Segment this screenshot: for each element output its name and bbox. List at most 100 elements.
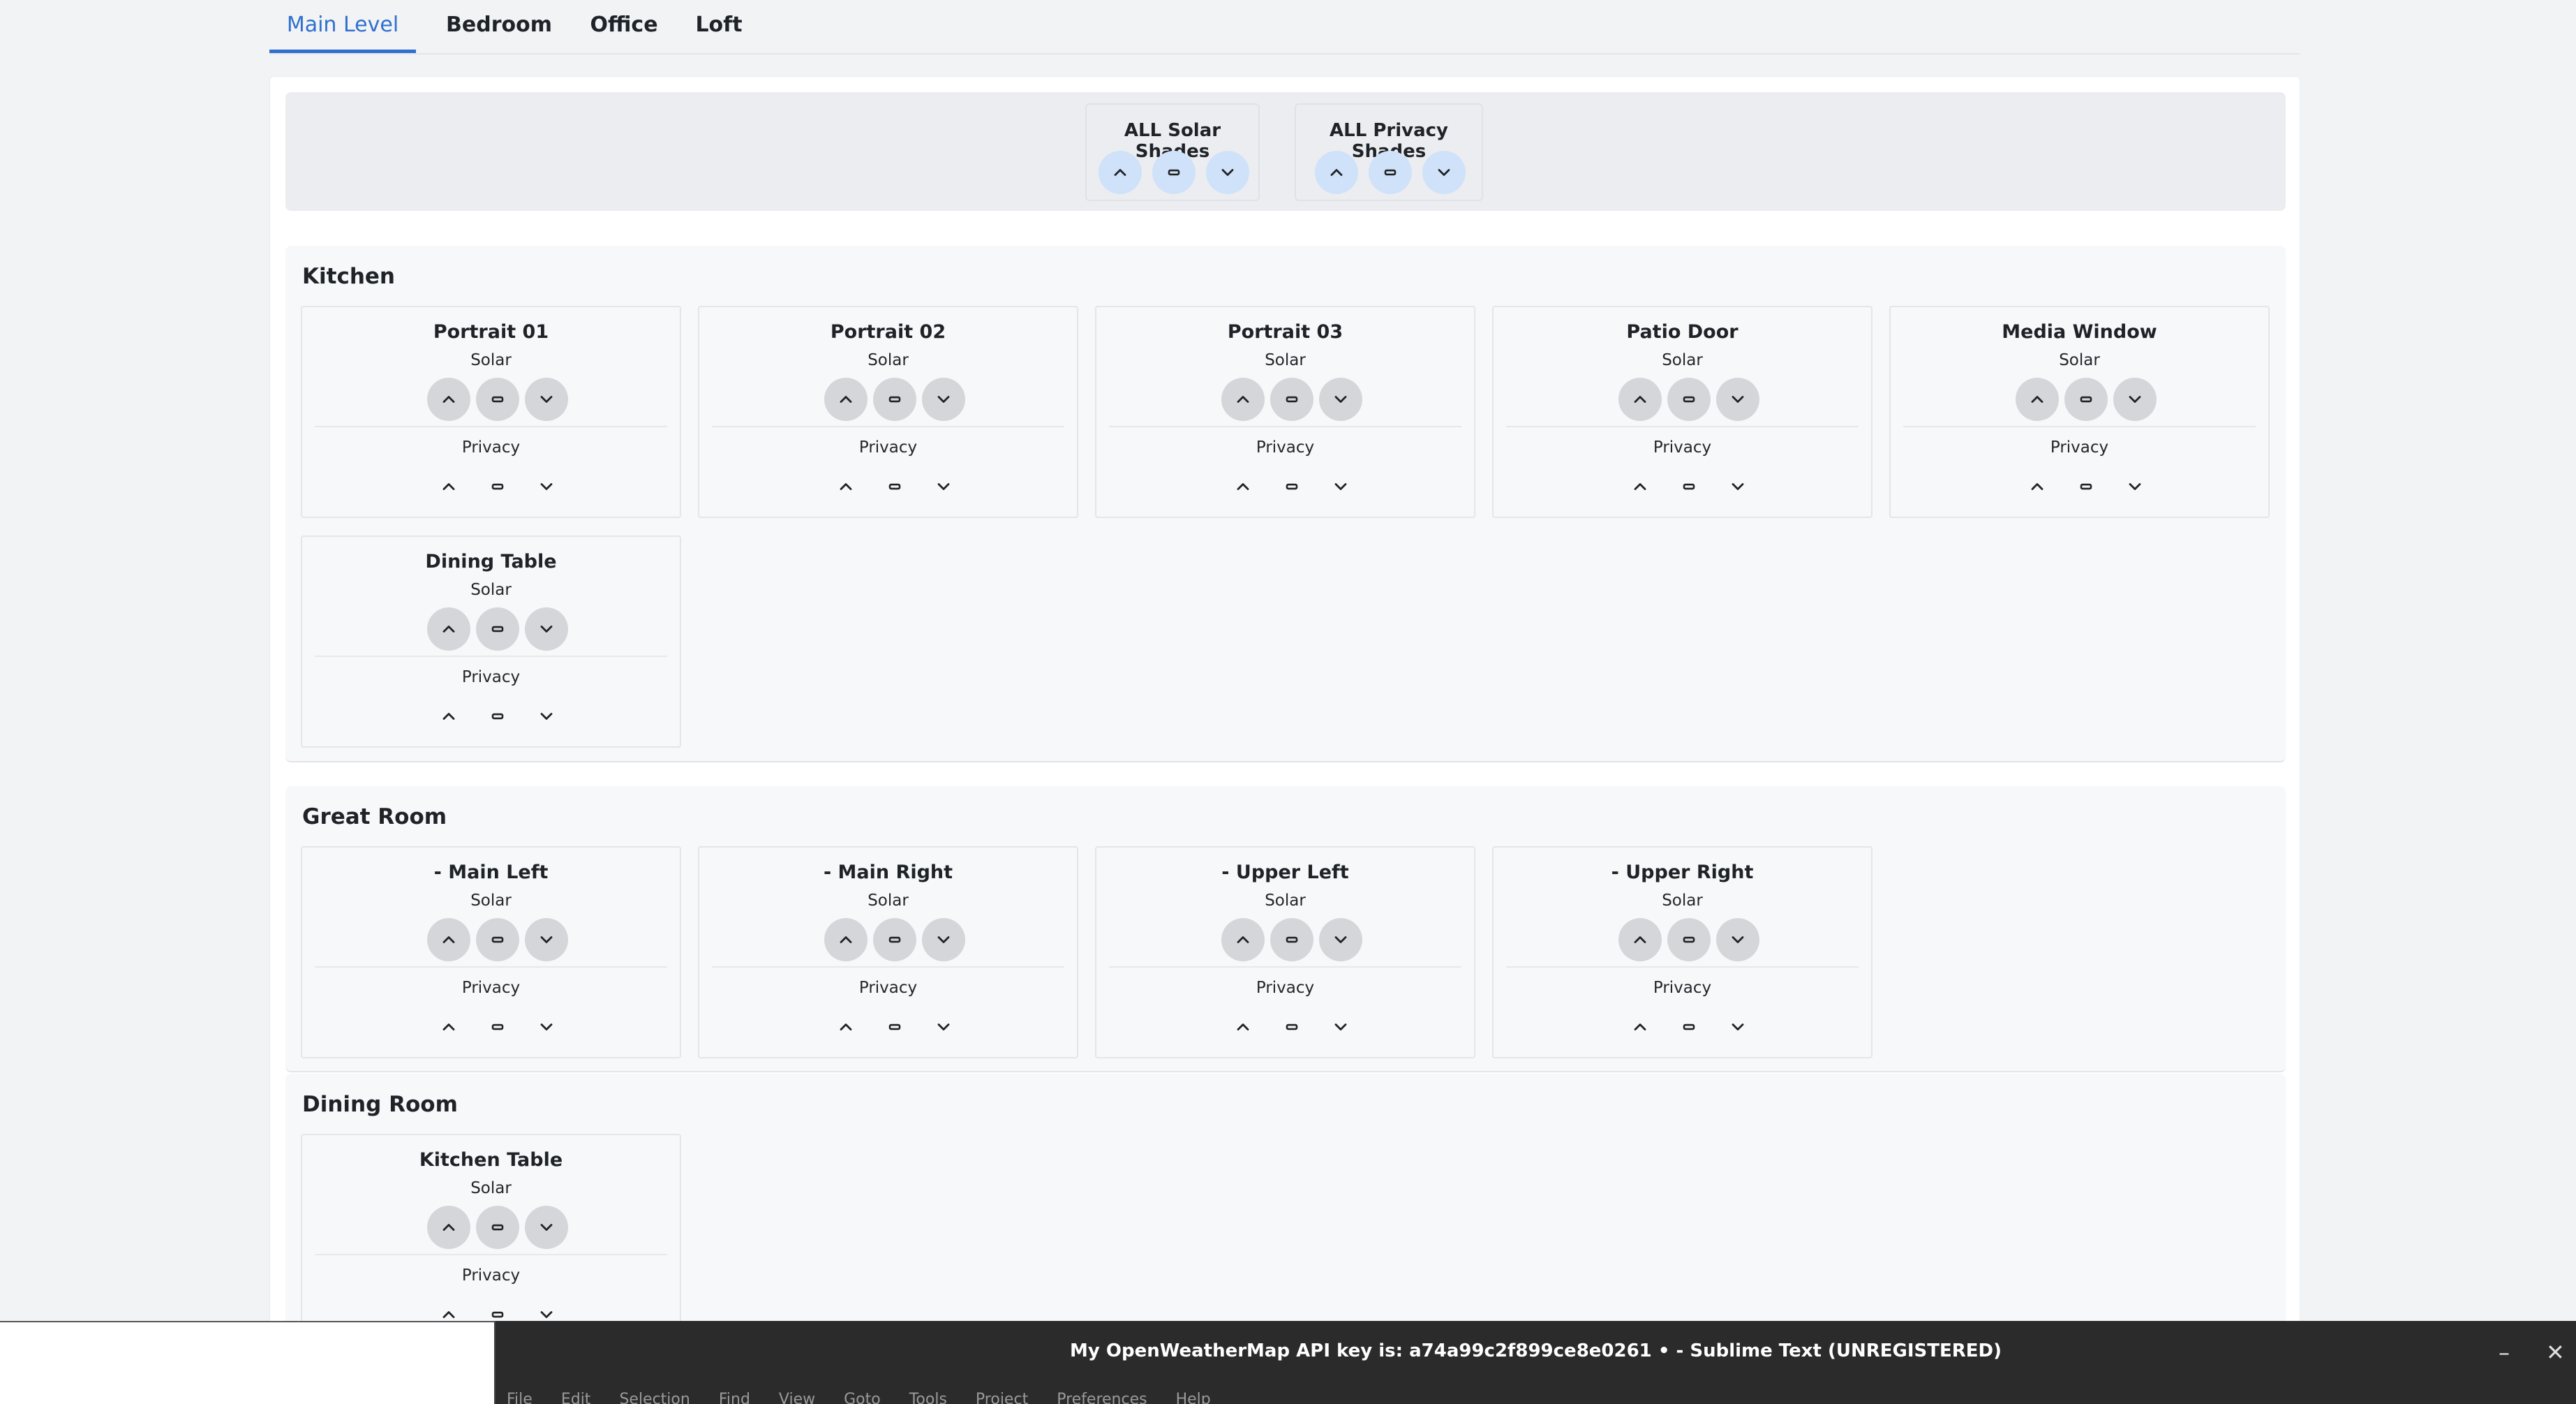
privacy-down-button[interactable] xyxy=(922,465,965,508)
menu-item-selection[interactable]: Selection xyxy=(619,1391,690,1404)
privacy-down-button[interactable] xyxy=(922,1005,965,1049)
privacy-down-button[interactable] xyxy=(525,1005,568,1049)
menu-item-project[interactable]: Project xyxy=(976,1391,1028,1404)
privacy-stop-button[interactable] xyxy=(1667,465,1711,508)
solar-up-button[interactable] xyxy=(1221,378,1265,421)
divider xyxy=(1109,966,1461,968)
solar-down-button[interactable] xyxy=(922,918,965,961)
solar-up-button[interactable] xyxy=(427,607,470,651)
solar-up-button[interactable] xyxy=(1618,378,1662,421)
solar-down-button[interactable] xyxy=(1319,918,1362,961)
privacy-up-button[interactable] xyxy=(2016,465,2059,508)
privacy-stop-button[interactable] xyxy=(1270,1005,1313,1049)
solar-up-button[interactable] xyxy=(1618,918,1662,961)
tab-main-level[interactable]: Main Level xyxy=(269,0,416,53)
privacy-up-button[interactable] xyxy=(427,1005,470,1049)
menu-item-help[interactable]: Help xyxy=(1176,1391,1211,1404)
privacy-down-button[interactable] xyxy=(1716,465,1759,508)
solar-down-button[interactable] xyxy=(1319,378,1362,421)
menu-item-edit[interactable]: Edit xyxy=(561,1391,591,1404)
privacy-stop-button[interactable] xyxy=(1270,465,1313,508)
chevron-up-icon xyxy=(840,936,852,943)
privacy-up-button[interactable] xyxy=(1221,1005,1265,1049)
privacy-label: Privacy xyxy=(2050,438,2109,457)
solar-stop-button[interactable] xyxy=(2064,378,2108,421)
solar-stop-button[interactable] xyxy=(476,607,519,651)
privacy-down-button[interactable] xyxy=(1319,465,1362,508)
all-privacy-shades-group: ALL Privacy Shades xyxy=(1295,103,1483,201)
solar-down-button[interactable] xyxy=(525,1206,568,1249)
solar-up-button[interactable] xyxy=(427,378,470,421)
privacy-up-button[interactable] xyxy=(427,695,470,738)
solar-down-button[interactable] xyxy=(525,918,568,961)
solar-down-button[interactable] xyxy=(2113,378,2157,421)
solar-stop-button[interactable] xyxy=(476,378,519,421)
privacy-up-button[interactable] xyxy=(1618,465,1662,508)
divider xyxy=(315,656,667,657)
solar-down-button[interactable] xyxy=(525,607,568,651)
privacy-down-button[interactable] xyxy=(525,695,568,738)
window-title: - Main Left xyxy=(433,862,549,883)
window-title: Kitchen Table xyxy=(419,1149,563,1171)
solar-down-button[interactable] xyxy=(922,378,965,421)
solar-stop-button[interactable] xyxy=(1667,378,1711,421)
solar-up-button[interactable] xyxy=(824,918,868,961)
solar-stop-button[interactable] xyxy=(476,918,519,961)
menu-item-file[interactable]: File xyxy=(507,1391,533,1404)
tab-loft[interactable]: Loft xyxy=(691,0,747,53)
all-privacy-up-button[interactable] xyxy=(1315,151,1358,194)
stop-icon xyxy=(888,936,901,943)
tab-bedroom[interactable]: Bedroom xyxy=(440,0,558,53)
solar-up-button[interactable] xyxy=(2016,378,2059,421)
all-privacy-down-button[interactable] xyxy=(1422,151,1466,194)
solar-stop-button[interactable] xyxy=(873,918,916,961)
menu-item-tools[interactable]: Tools xyxy=(909,1391,947,1404)
solar-stop-button[interactable] xyxy=(1667,918,1711,961)
privacy-up-button[interactable] xyxy=(1221,465,1265,508)
privacy-down-button[interactable] xyxy=(1716,1005,1759,1049)
close-button[interactable]: ✕ xyxy=(2546,1339,2565,1366)
privacy-down-button[interactable] xyxy=(1319,1005,1362,1049)
chevron-down-icon xyxy=(1334,483,1347,490)
privacy-up-button[interactable] xyxy=(824,1005,868,1049)
all-solar-down-button[interactable] xyxy=(1206,151,1249,194)
privacy-down-button[interactable] xyxy=(2113,465,2157,508)
stop-icon xyxy=(1286,396,1298,403)
privacy-stop-button[interactable] xyxy=(2064,465,2108,508)
tab-office[interactable]: Office xyxy=(582,0,666,53)
all-solar-stop-button[interactable] xyxy=(1152,151,1196,194)
solar-up-button[interactable] xyxy=(824,378,868,421)
solar-up-button[interactable] xyxy=(1221,918,1265,961)
all-privacy-stop-button[interactable] xyxy=(1369,151,1412,194)
solar-down-button[interactable] xyxy=(1716,378,1759,421)
privacy-up-button[interactable] xyxy=(427,465,470,508)
chevron-up-icon xyxy=(1634,936,1646,943)
chevron-up-icon xyxy=(840,396,852,403)
privacy-stop-button[interactable] xyxy=(476,465,519,508)
solar-stop-button[interactable] xyxy=(873,378,916,421)
privacy-down-button[interactable] xyxy=(525,465,568,508)
privacy-stop-button[interactable] xyxy=(476,695,519,738)
solar-stop-button[interactable] xyxy=(476,1206,519,1249)
privacy-up-button[interactable] xyxy=(824,465,868,508)
solar-up-button[interactable] xyxy=(427,918,470,961)
privacy-stop-button[interactable] xyxy=(873,465,916,508)
privacy-stop-button[interactable] xyxy=(873,1005,916,1049)
minimize-button[interactable]: – xyxy=(2499,1339,2510,1366)
solar-stop-button[interactable] xyxy=(1270,378,1313,421)
menu-item-preferences[interactable]: Preferences xyxy=(1057,1391,1147,1404)
menu-item-view[interactable]: View xyxy=(779,1391,815,1404)
privacy-stop-button[interactable] xyxy=(476,1005,519,1049)
chevron-down-icon xyxy=(937,396,950,403)
solar-down-button[interactable] xyxy=(1716,918,1759,961)
privacy-up-button[interactable] xyxy=(1618,1005,1662,1049)
menu-item-goto[interactable]: Goto xyxy=(844,1391,881,1404)
menu-item-find[interactable]: Find xyxy=(719,1391,750,1404)
privacy-label: Privacy xyxy=(858,979,918,997)
solar-stop-button[interactable] xyxy=(1270,918,1313,961)
all-solar-up-button[interactable] xyxy=(1099,151,1142,194)
privacy-stop-button[interactable] xyxy=(1667,1005,1711,1049)
solar-up-button[interactable] xyxy=(427,1206,470,1249)
chevron-down-icon xyxy=(540,396,553,403)
solar-down-button[interactable] xyxy=(525,378,568,421)
